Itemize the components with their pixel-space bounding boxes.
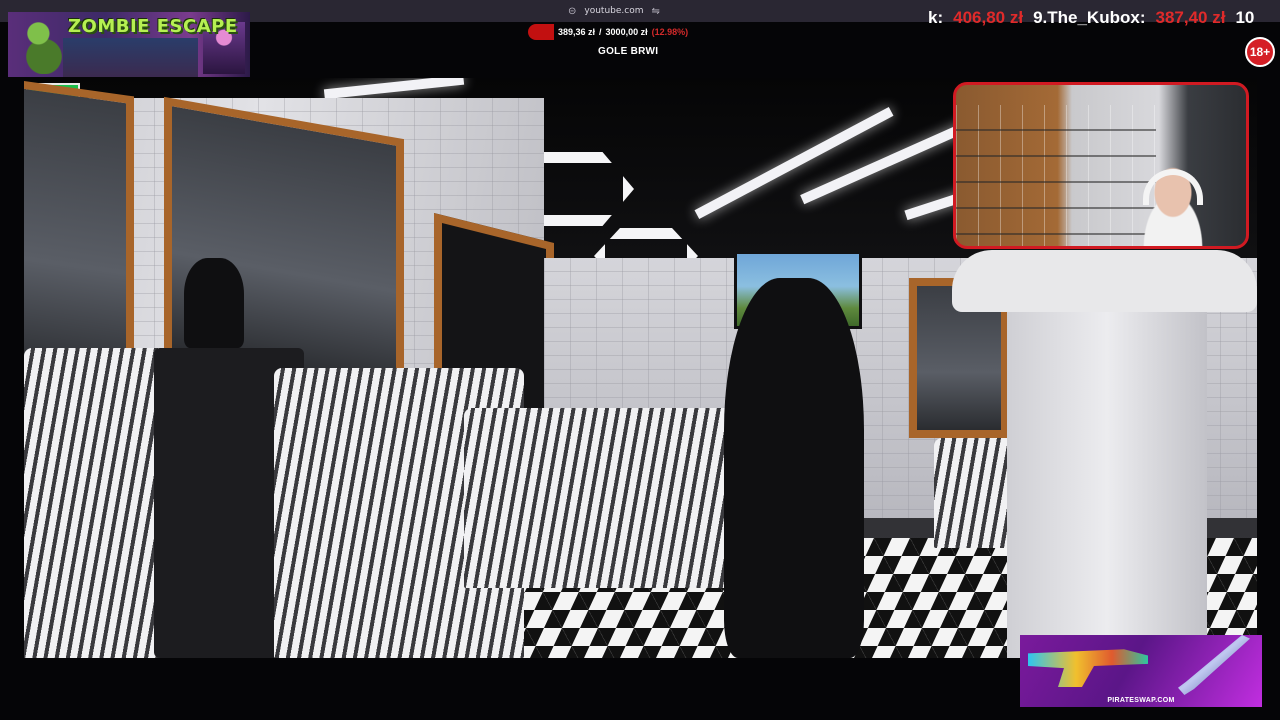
link-icon: ⊝ (568, 5, 577, 17)
goal-progress-fill (528, 24, 554, 40)
goal-current: 389,36 zł (558, 27, 596, 37)
settings-sliders-icon[interactable]: ⇋ (652, 6, 660, 17)
donor-ticker: k: 406,80 zł 9.The_Kubox: 387,40 zł 10 (928, 6, 1266, 30)
streamer-facecam (953, 82, 1249, 249)
ticker-name-2: 9.The_Kubox: (1033, 8, 1146, 27)
barber-cape (464, 408, 744, 588)
goal-target: 3000,00 zł (605, 27, 648, 37)
reflected-person (184, 258, 244, 348)
pistol-skin-icon (1028, 649, 1148, 687)
goal-label: GOLE BRWI (598, 46, 659, 57)
barber-person (724, 278, 864, 658)
game-title: ZOMBIE ESCAPE (68, 16, 238, 37)
goal-separator: / (599, 27, 602, 37)
ticker-name-1: k: (928, 8, 944, 27)
url-area[interactable]: ⊝ youtube.com ⇋ (568, 4, 660, 18)
sponsor-brand: PIRATESWAP.COM (1107, 697, 1175, 704)
age-rating-badge: 18+ (1245, 37, 1275, 67)
ticker-amount-2: 387,40 zł (1155, 8, 1226, 27)
ticker-amount-1: 406,80 zł (953, 8, 1024, 27)
donation-goal: 389,36 zł / 3000,00 zł (12.98%) (528, 24, 708, 40)
barber-station (952, 250, 1257, 658)
zombie-escape-banner: ZOMBIE ESCAPE (8, 12, 250, 77)
url-text[interactable]: youtube.com (584, 6, 643, 16)
zombie-character (16, 16, 72, 74)
goal-percent: (12.98%) (651, 27, 689, 37)
knife-skin-icon (1178, 635, 1250, 695)
game-scene (63, 38, 198, 77)
sponsor-ad[interactable]: PIRATESWAP.COM (1020, 635, 1262, 707)
ticker-name-3: 10 (1235, 8, 1255, 27)
collectibles-shelf (956, 105, 1156, 246)
